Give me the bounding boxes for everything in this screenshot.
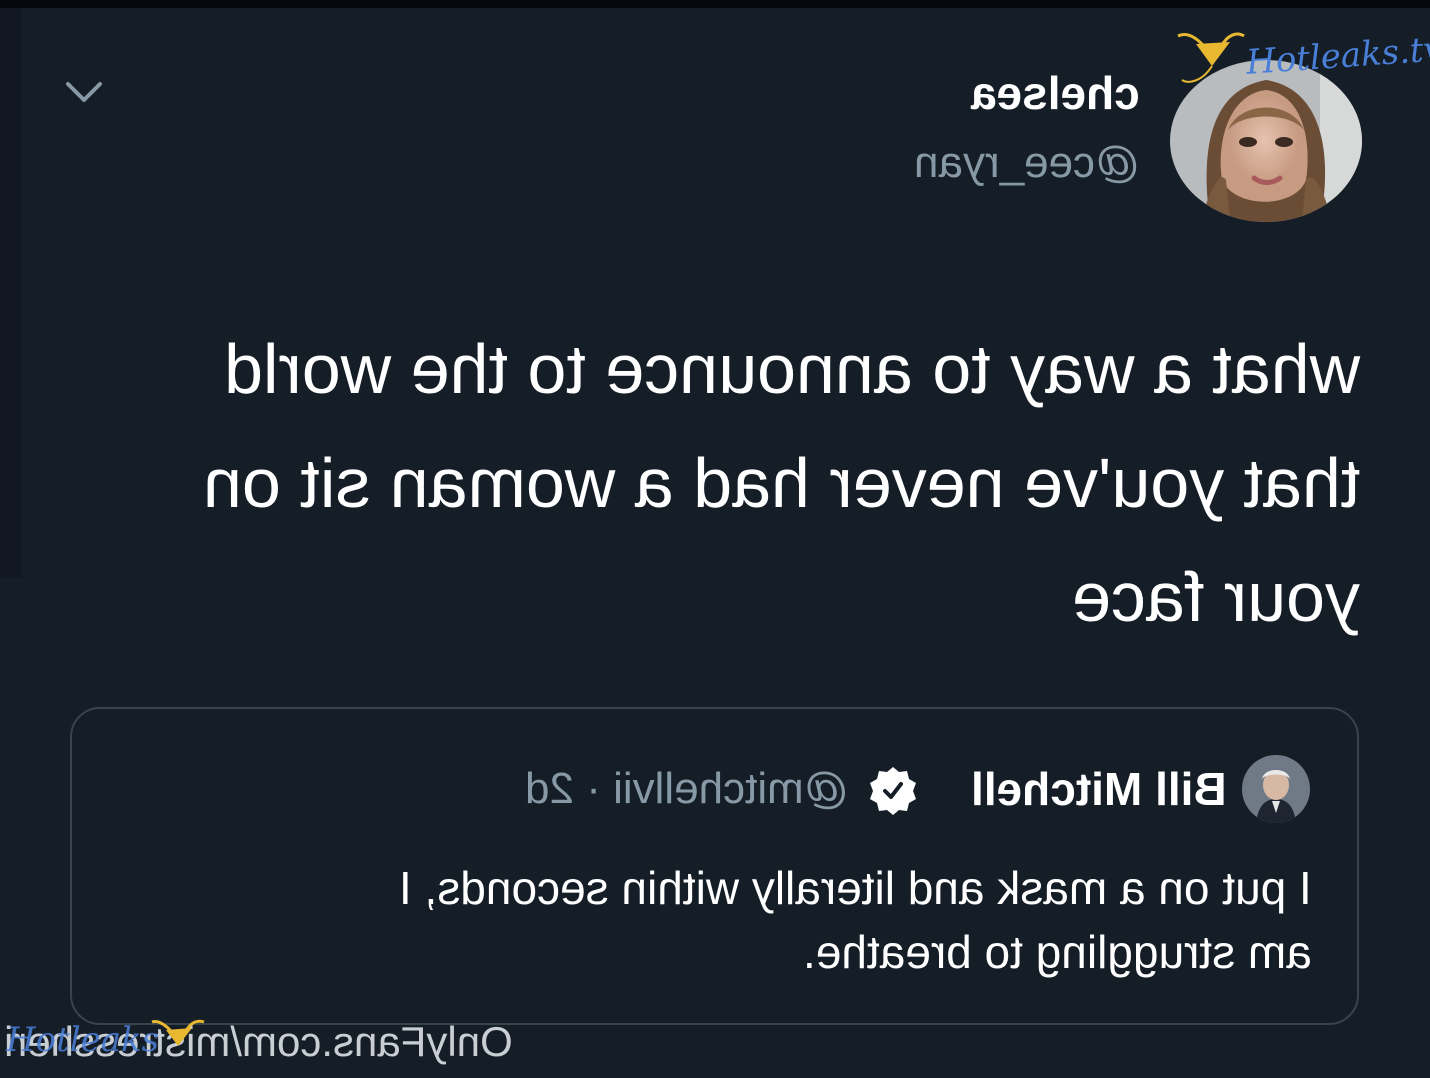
chevron-down-icon[interactable] [62, 70, 106, 114]
tweet-line-text: that you've never had a woman sit on [202, 444, 1360, 522]
quoted-tweet-meta[interactable]: @mitchellvii · 2d [525, 764, 848, 814]
author-handle-text: @cee_ryan [914, 138, 1140, 187]
quoted-tweet-body: I put on a mask and literally within sec… [182, 856, 1312, 984]
quoted-tweet-line-text: am struggling to breathe. [803, 926, 1312, 978]
watermark-bottom-logo-icon [151, 1019, 205, 1046]
quoted-tweet-line-text: I put on a mask and literally within sec… [399, 862, 1312, 914]
tweet-line: that you've never had a woman sit on [110, 426, 1360, 540]
quoted-author-avatar[interactable] [1242, 755, 1310, 823]
top-edge-strip [0, 0, 1430, 8]
author-display-name[interactable]: chelsea [971, 66, 1140, 120]
verified-badge-icon [870, 767, 916, 815]
screenshot-page: chelsea @cee_ryan what a way to announce… [0, 0, 1430, 1078]
tweet-line: your face [110, 540, 1360, 654]
quoted-author-name-text: Bill Mitchell [971, 763, 1227, 815]
tweet-line-text: what a way to announce to the world [223, 330, 1360, 408]
tweet-line-text: your face [1072, 558, 1360, 636]
tweet-line: what a way to announce to the world [110, 312, 1360, 426]
quoted-author-name[interactable]: Bill Mitchell [971, 762, 1227, 816]
author-display-name-text: chelsea [971, 67, 1140, 119]
author-handle[interactable]: @cee_ryan [914, 138, 1140, 188]
left-edge-strip [0, 8, 22, 578]
quoted-tweet-line: am struggling to breathe. [182, 920, 1312, 984]
quoted-profile-photo-icon [1242, 755, 1310, 823]
watermark-bottom-overlay: Hotleaks [6, 1020, 160, 1060]
quoted-tweet-meta-text: @mitchellvii · 2d [524, 764, 848, 813]
quoted-tweet-line: I put on a mask and literally within sec… [182, 856, 1312, 920]
tweet-body: what a way to announce to the world that… [110, 312, 1360, 654]
